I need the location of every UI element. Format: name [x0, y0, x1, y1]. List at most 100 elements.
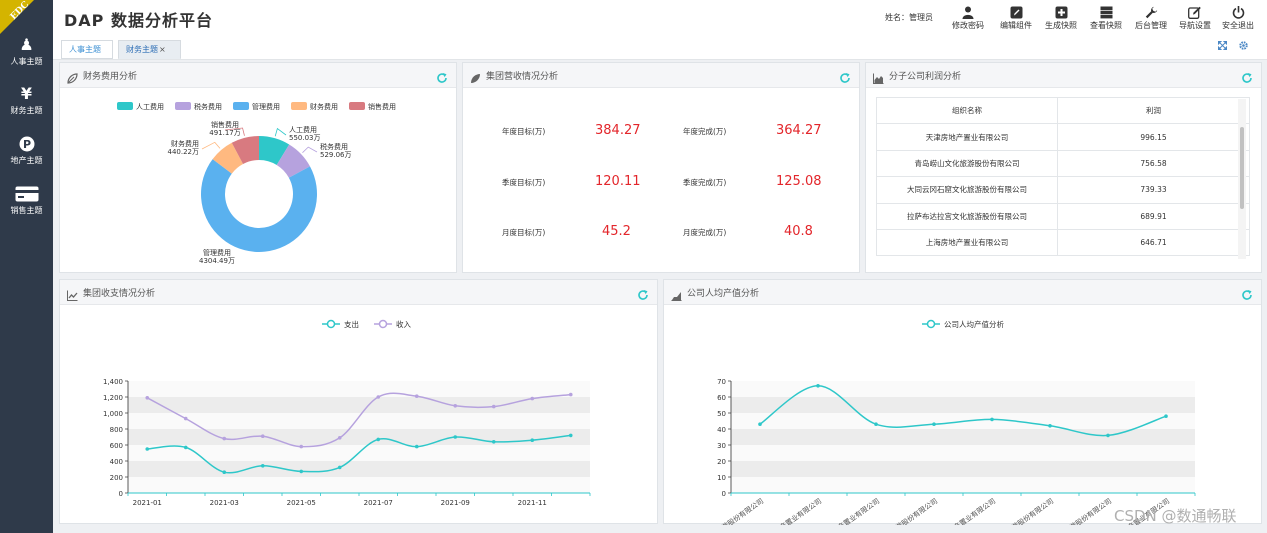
tab-close-icon[interactable]: ×	[159, 45, 166, 54]
x-tick-label: 2021-03	[210, 499, 239, 507]
chart-leaf-icon	[67, 69, 78, 84]
legend-label: 管理费用	[252, 102, 280, 111]
refresh-icon[interactable]	[839, 69, 851, 83]
data-point	[1048, 424, 1052, 428]
create-snapshot-button[interactable]: 生成快照	[1040, 3, 1082, 31]
slice-name-label: 人工费用	[289, 125, 317, 134]
panel-header: 集团收支情况分析	[60, 280, 657, 305]
y-tick-label: 400	[110, 458, 123, 466]
data-point	[414, 444, 419, 449]
table-row[interactable]: 天津房地产置业有限公司 996.15	[876, 123, 1250, 151]
panel-title: 分子公司利润分析	[889, 72, 962, 82]
power-icon	[1217, 3, 1259, 21]
y-tick-label: 10	[717, 474, 726, 482]
y-tick-label: 0	[722, 490, 726, 498]
legend-label: 财务费用	[310, 102, 338, 111]
table-row[interactable]: 青岛崂山文化旅游股份有限公司 756.58	[876, 149, 1250, 178]
company-cell: 大同云冈石窟文化旅游股份有限公司	[876, 176, 1058, 204]
data-point	[337, 465, 342, 470]
legend-label: 支出	[344, 319, 359, 329]
logout-button[interactable]: 安全退出	[1217, 3, 1259, 31]
sidebar-item-finance[interactable]: ¥ 财务主题	[0, 83, 53, 129]
line-chart-icon	[67, 286, 78, 301]
x-tick-label: ...旅游股份有限公司	[883, 496, 940, 525]
nav-settings-button[interactable]: 导航设置	[1174, 3, 1216, 31]
data-point	[816, 384, 820, 388]
table-row[interactable]: 大同云冈石窟文化旅游股份有限公司 739.33	[876, 176, 1250, 204]
data-point	[568, 433, 573, 438]
y-tick-label: 1,400	[103, 378, 123, 386]
plus-square-icon	[1040, 3, 1082, 21]
grid-band	[731, 477, 1195, 493]
month-complete-value: 40.8	[784, 224, 813, 239]
legend-label: 收入	[396, 319, 411, 329]
annual-target-label: 年度目标(万)	[502, 127, 546, 136]
legend-swatch	[175, 102, 191, 110]
data-point	[530, 438, 535, 442]
sidebar-item-label: 销售主题	[10, 206, 43, 215]
tab-finance[interactable]: 财务主题×	[118, 40, 181, 59]
table-row[interactable]: 上海房地产置业有限公司 646.71	[876, 228, 1250, 257]
panel-title: 集团营收情况分析	[486, 72, 559, 82]
quarter-target-value: 120.11	[595, 174, 641, 189]
x-tick-label: ...旅游股份有限公司	[1057, 496, 1114, 525]
grid-band	[731, 461, 1195, 477]
user-name-label: 姓名：管理员	[885, 13, 933, 22]
admin-button[interactable]: 后台管理	[1130, 3, 1172, 31]
y-tick-label: 40	[717, 426, 726, 434]
x-tick-label: ...地产置业有限公司	[941, 496, 998, 525]
edit-components-button[interactable]: 编辑组件	[995, 3, 1037, 31]
table-row[interactable]: 拉萨布达拉宫文化旅游股份有限公司 689.91	[876, 202, 1250, 230]
edit-icon	[995, 3, 1037, 21]
settings-gear-icon[interactable]	[1239, 41, 1248, 53]
table-scrollbar[interactable]	[1238, 99, 1246, 259]
refresh-icon[interactable]	[637, 286, 649, 300]
sidebar-item-realestate[interactable]: P 地产主题	[0, 133, 53, 179]
data-point	[1106, 433, 1110, 438]
chart-leaf-icon	[470, 69, 481, 83]
profit-cell: 756.58	[1057, 149, 1250, 178]
sidebar-item-label: 地产主题	[10, 156, 43, 165]
scrollbar-thumb[interactable]	[1240, 127, 1244, 209]
view-snapshot-button[interactable]: 查看快照	[1085, 3, 1127, 31]
sidebar-item-hr[interactable]: ♟ 人事主题	[0, 34, 53, 80]
x-tick-label: 2021-09	[441, 499, 470, 507]
y-tick-label: 600	[110, 442, 123, 450]
profit-cell: 739.33	[1057, 176, 1250, 204]
x-tick-label: ...地产置业有限公司	[767, 496, 824, 525]
data-point	[414, 394, 419, 398]
month-target-value: 45.2	[602, 224, 631, 239]
refresh-icon[interactable]	[436, 69, 448, 83]
refresh-icon[interactable]	[1241, 69, 1253, 83]
per-capita-panel: 公司人均产值分析 0 10 20 30 40 50 60 70 公司人均产值分析 ...旅游股份有…	[663, 279, 1262, 525]
tab-hr[interactable]: 人事主题	[61, 40, 113, 59]
profit-analysis-panel: 分子公司利润分析 组织名称 利润 天津房地产置业有限公司 996.15 青岛崂山文…	[865, 62, 1262, 273]
panel-title: 公司人均产值分析	[687, 289, 760, 299]
grid-band	[731, 381, 1195, 397]
refresh-icon[interactable]	[1241, 286, 1253, 300]
tab-label: 财务主题	[126, 45, 158, 54]
expense-analysis-panel: 财务费用分析 人工费用 税务费用 管理费用 财务费用 销售费用 人工费用 550.03万 税务…	[59, 62, 457, 273]
slice-name-label: 财务费用	[171, 139, 199, 148]
data-point	[337, 436, 342, 440]
tool-label: 编辑组件	[1000, 21, 1032, 30]
y-tick-label: 0	[119, 490, 123, 498]
panel-header: 公司人均产值分析	[664, 280, 1261, 305]
legend-swatch	[349, 102, 365, 110]
legend-label: 销售费用	[368, 102, 396, 111]
company-cell: 上海房地产置业有限公司	[876, 228, 1058, 257]
cashflow-line-chart: 0 200 400 600 800 1,000 1,200 1,400 支出 收入 2021-01 2…	[103, 319, 591, 507]
data-point	[183, 416, 188, 421]
label-leader	[274, 127, 287, 137]
tool-label: 后台管理	[1135, 21, 1167, 30]
column-header: 利润	[1057, 96, 1250, 125]
panel-header: 集团营收情况分析	[463, 63, 859, 88]
y-tick-label: 30	[717, 442, 726, 450]
fullscreen-icon[interactable]	[1217, 40, 1228, 53]
sidebar-item-sales[interactable]: 销售主题	[0, 183, 53, 229]
data-point	[299, 444, 304, 449]
change-password-button[interactable]: 修改密码	[947, 3, 989, 31]
profit-table: 组织名称 利润 天津房地产置业有限公司 996.15 青岛崂山文化旅游股份有限公司…	[876, 96, 1250, 257]
quarter-complete-label: 季度完成(万)	[683, 178, 727, 187]
sidebar-item-label: 人事主题	[10, 57, 43, 66]
